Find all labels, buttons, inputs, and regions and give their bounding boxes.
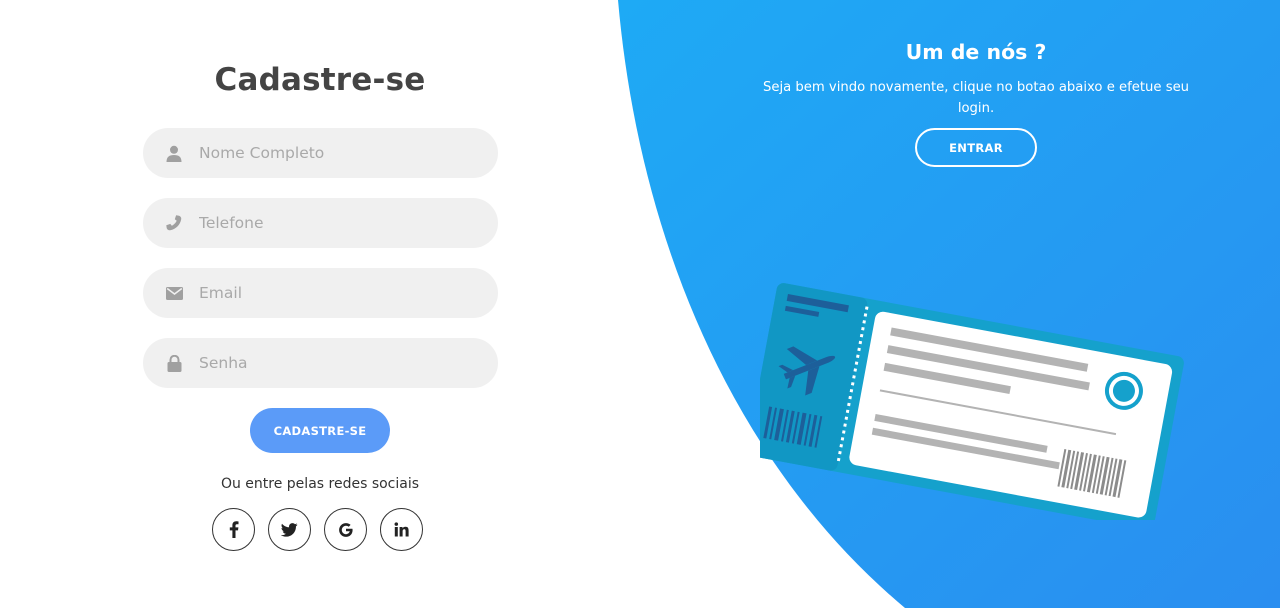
facebook-button[interactable] (212, 508, 255, 551)
phone-icon (165, 214, 183, 232)
email-field[interactable] (143, 268, 498, 318)
lock-icon (165, 354, 183, 372)
signup-form: Cadastre-se Nome Completo Telefone Email… (0, 0, 640, 608)
phone-input[interactable] (199, 214, 479, 232)
google-button[interactable] (324, 508, 367, 551)
linkedin-button[interactable] (380, 508, 423, 551)
twitter-button[interactable] (268, 508, 311, 551)
email-input[interactable] (199, 284, 479, 302)
password-input[interactable] (199, 354, 479, 372)
login-panel-title: Um de nós ? (905, 40, 1047, 64)
signup-title: Cadastre-se (214, 62, 426, 98)
user-icon (165, 144, 183, 162)
phone-field[interactable] (143, 198, 498, 248)
envelope-icon (165, 284, 183, 302)
login-button[interactable]: ENTRAR (915, 128, 1037, 167)
social-text: Ou entre pelas redes sociais (220, 476, 420, 492)
signup-button[interactable]: CADASTRE-SE (250, 408, 390, 453)
name-field[interactable] (143, 128, 498, 178)
social-buttons (212, 508, 423, 551)
password-field[interactable] (143, 338, 498, 388)
linkedin-icon (394, 522, 409, 537)
name-input[interactable] (199, 144, 479, 162)
google-icon (338, 522, 354, 538)
login-panel-text: Seja bem vindo novamente, clique no bota… (762, 80, 1190, 116)
page: Cadastre-se Nome Completo Telefone Email… (0, 0, 1280, 608)
facebook-icon (229, 521, 239, 538)
twitter-icon (281, 522, 298, 537)
flight-ticket-illustration (760, 283, 1184, 520)
